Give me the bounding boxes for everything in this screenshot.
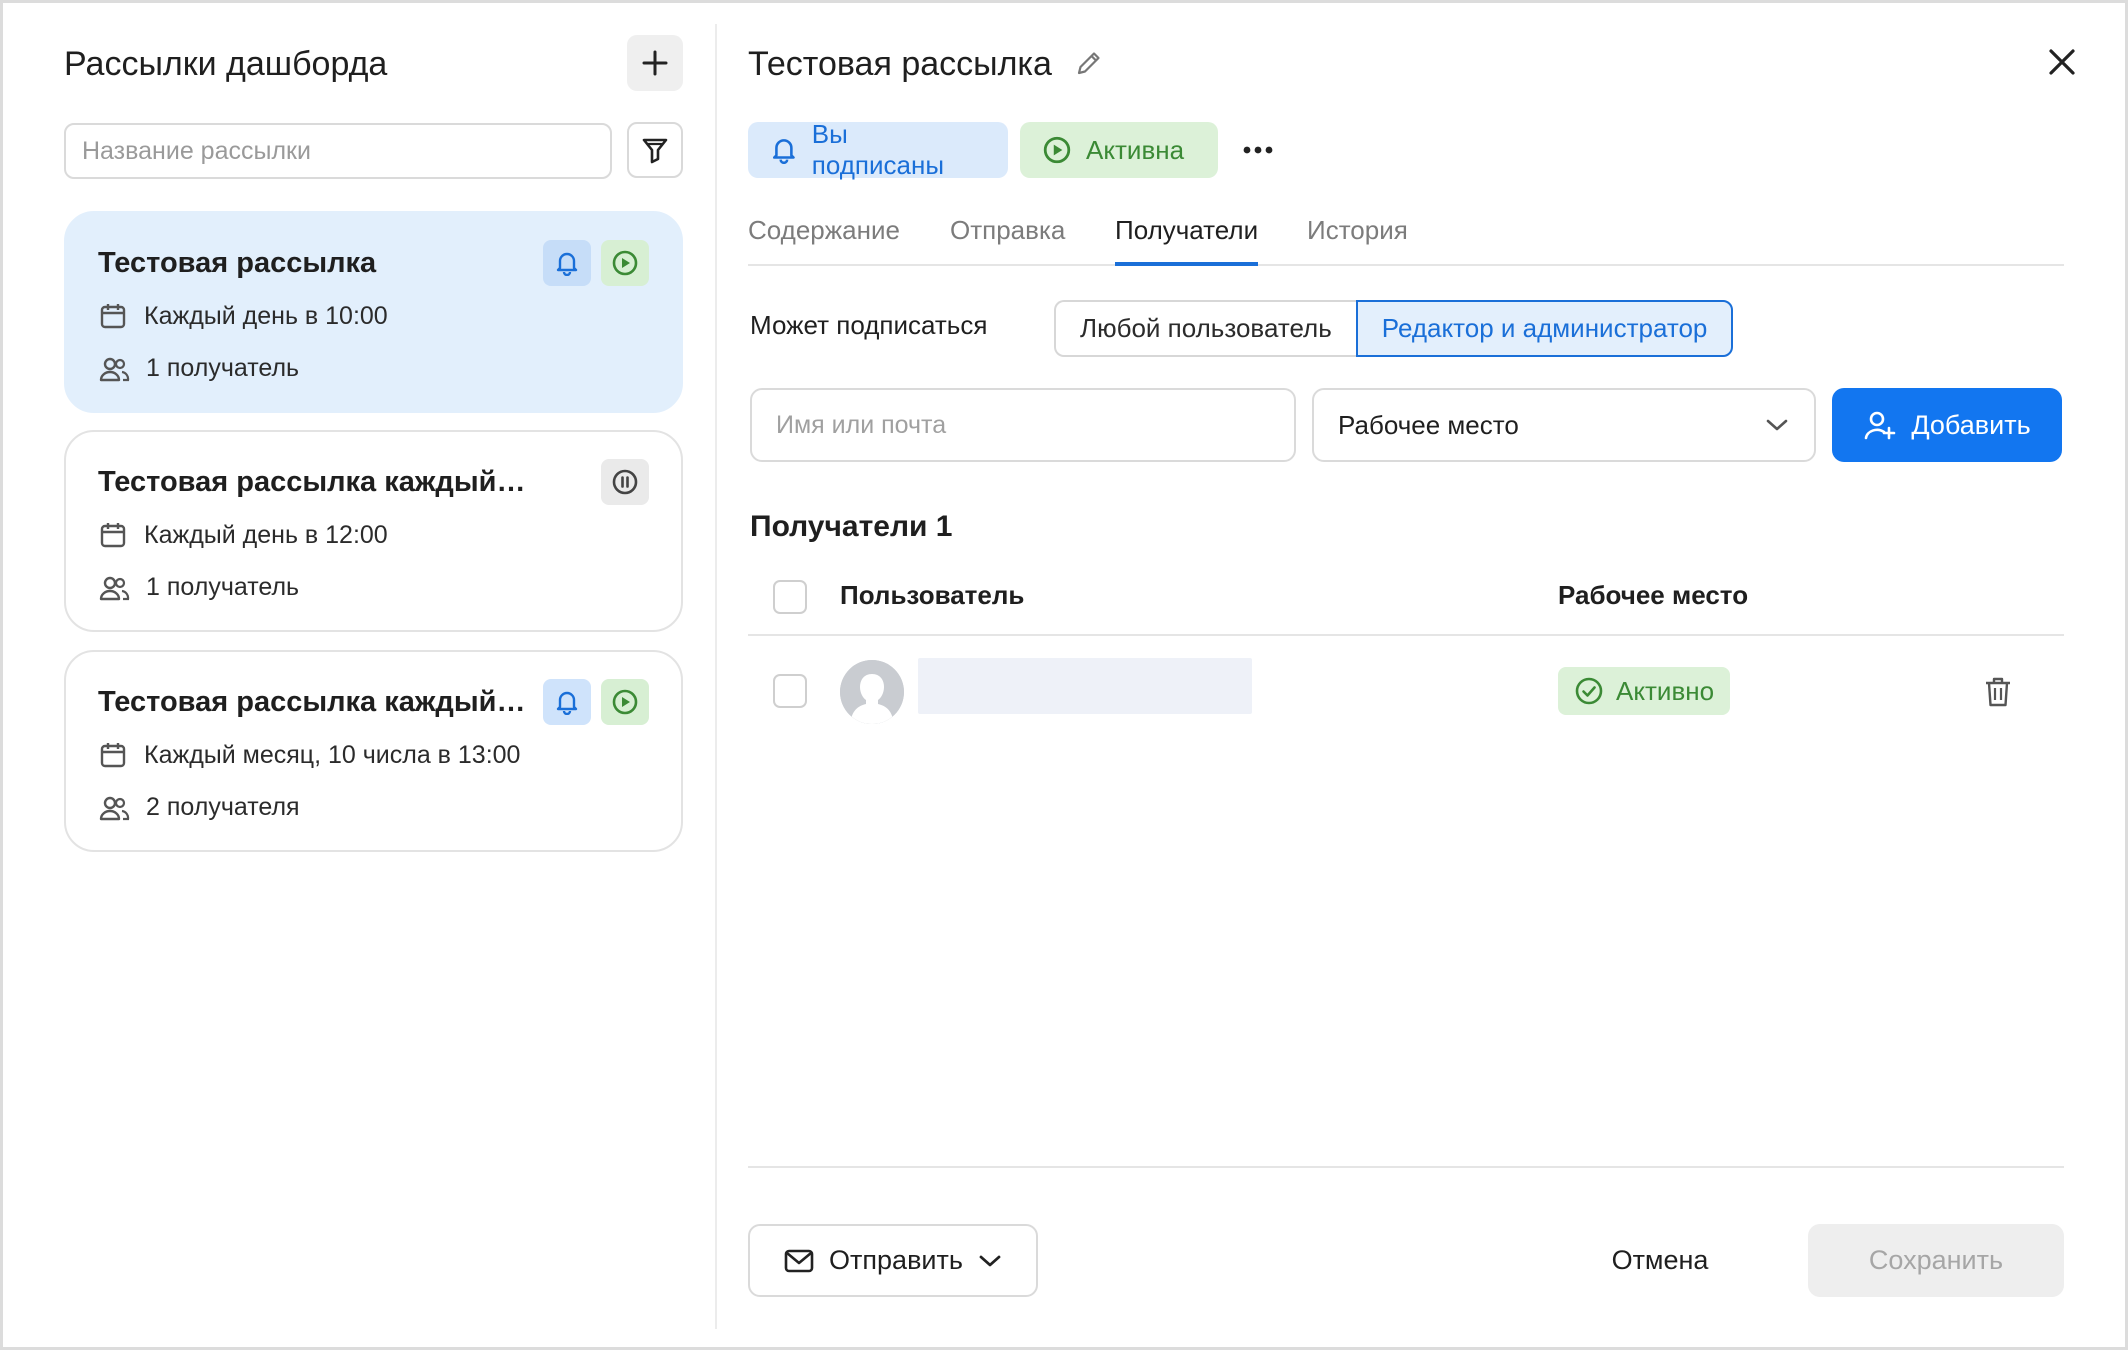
mailing-card-recipients: 2 получателя <box>98 793 300 822</box>
recipients-text: 1 получатель <box>146 354 300 382</box>
chevron-down-icon <box>1766 419 1788 431</box>
save-button[interactable]: Сохранить <box>1808 1224 2064 1297</box>
pencil-icon <box>1077 52 1100 75</box>
check-circle-icon <box>1575 677 1603 705</box>
status-label: Активна <box>1086 134 1185 165</box>
add-mailing-button[interactable] <box>627 35 683 91</box>
calendar-icon <box>100 743 126 768</box>
subscription-toggle[interactable]: Вы подписаны <box>748 119 1008 180</box>
send-button[interactable]: Отправить <box>748 1224 1038 1297</box>
active-badge <box>601 240 649 286</box>
mailing-card-title: Тестовая рассылка каждый м... <box>98 686 528 718</box>
recipient-name-input[interactable] <box>750 388 1296 462</box>
tab-content[interactable]: Содержание <box>748 210 900 250</box>
play-circle-icon <box>612 250 638 276</box>
mailing-card-schedule: Каждый месяц, 10 числа в 13:00 <box>98 740 520 770</box>
filter-button[interactable] <box>627 122 683 178</box>
filter-icon <box>642 138 668 164</box>
tab-sending[interactable]: Отправка <box>950 210 1065 250</box>
column-header-workspace: Рабочее место <box>1558 580 1749 610</box>
mailing-card-title: Тестовая рассылка каждый день <box>98 466 528 498</box>
mailing-card[interactable]: Тестовая рассылка каждый м... Каждый мес… <box>64 650 683 852</box>
footer-divider <box>748 1166 2064 1168</box>
mailing-card-recipients: 1 получатель <box>98 573 299 602</box>
schedule-text: Каждый месяц, 10 числа в 13:00 <box>144 740 521 769</box>
bell-icon <box>556 252 578 276</box>
trash-icon <box>1986 677 2010 707</box>
close-button[interactable] <box>2044 44 2080 85</box>
subscribed-badge <box>543 240 591 286</box>
table-header-divider <box>748 634 2064 636</box>
schedule-text: Каждый день в 12:00 <box>144 520 388 549</box>
more-actions-button[interactable] <box>1240 132 1276 168</box>
play-circle-icon <box>1043 136 1071 164</box>
plus-icon <box>642 50 668 76</box>
column-header-user: Пользователь <box>840 580 1025 610</box>
calendar-icon <box>100 523 126 548</box>
schedule-text: Каждый день в 10:00 <box>144 301 388 330</box>
detail-tabs: Содержание Отправка Получатели История <box>748 210 2064 266</box>
users-icon <box>99 796 130 820</box>
mailing-card-schedule: Каждый день в 12:00 <box>98 520 388 550</box>
play-circle-icon <box>612 689 638 715</box>
bell-icon <box>556 691 578 715</box>
paused-badge <box>601 459 649 505</box>
more-horizontal-icon <box>1243 146 1273 154</box>
mailing-card-schedule: Каждый день в 10:00 <box>98 301 388 331</box>
send-label: Отправить <box>829 1245 963 1275</box>
sidebar-title: Рассылки дашборда <box>64 45 388 83</box>
mailing-card-title: Тестовая рассылка <box>98 247 377 279</box>
tab-history[interactable]: История <box>1307 210 1408 250</box>
subscription-label: Вы подписаны <box>811 119 945 180</box>
active-badge <box>601 679 649 725</box>
edit-title-button[interactable] <box>1074 48 1104 83</box>
panel-divider <box>715 24 717 1329</box>
delete-recipient-button[interactable] <box>1982 675 2014 714</box>
who-can-subscribe-switch: Любой пользователь Редактор и администра… <box>1054 300 1734 357</box>
recipients-text: 2 получателя <box>146 793 300 821</box>
option-editor-admin[interactable]: Редактор и администратор <box>1355 300 1734 357</box>
mailing-card[interactable]: Тестовая рассылка Каждый день в 10:00 1 … <box>64 211 683 413</box>
recipients-text: 1 получатель <box>146 573 300 601</box>
select-all-checkbox[interactable] <box>773 580 807 614</box>
chevron-down-icon <box>979 1255 1001 1266</box>
workspace-status-badge: Активно <box>1558 667 1731 715</box>
close-icon <box>2049 49 2075 75</box>
add-user-icon <box>1865 411 1896 440</box>
avatar <box>840 660 904 724</box>
mailing-card-recipients: 1 получатель <box>98 354 299 383</box>
calendar-icon <box>100 304 126 329</box>
status-toggle[interactable]: Активна <box>1020 122 1218 178</box>
user-name <box>918 658 1252 714</box>
user-silhouette-icon <box>840 660 904 724</box>
add-recipient-button[interactable]: Добавить <box>1832 388 2062 462</box>
mailings-sidebar: Рассылки дашборда Тестовая рассылка Кажд… <box>0 0 717 1350</box>
users-icon <box>99 357 130 381</box>
workspace-select-value: Рабочее место <box>1338 409 1519 440</box>
row-checkbox[interactable] <box>773 674 807 708</box>
envelope-icon <box>784 1249 814 1272</box>
mailing-title: Тестовая рассылка <box>748 45 1052 83</box>
mailing-search-input[interactable] <box>64 123 612 179</box>
option-any-user[interactable]: Любой пользователь <box>1054 300 1356 357</box>
add-recipient-label: Добавить <box>1911 409 2031 440</box>
cancel-button[interactable]: Отмена <box>1590 1224 1730 1297</box>
tab-recipients[interactable]: Получатели <box>1115 210 1259 266</box>
workspace-select[interactable]: Рабочее место <box>1312 388 1816 462</box>
workspace-status-label: Активно <box>1616 675 1715 706</box>
bell-icon <box>772 139 795 164</box>
mailing-card[interactable]: Тестовая рассылка каждый день Каждый ден… <box>64 430 683 632</box>
who-can-subscribe-label: Может подписаться <box>750 310 988 340</box>
subscribed-badge <box>543 679 591 725</box>
users-icon <box>99 576 130 600</box>
recipients-heading: Получатели 1 <box>750 510 953 543</box>
pause-circle-icon <box>612 469 638 495</box>
